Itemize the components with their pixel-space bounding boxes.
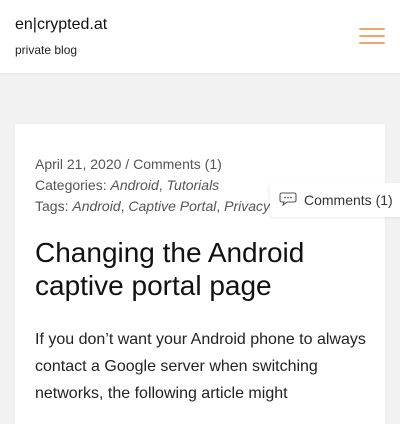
site-description: private blog: [15, 43, 78, 57]
post-tags: Tags: Android, Captive Portal, Privacy: [35, 198, 271, 214]
menu-bar: [359, 42, 385, 44]
tag-link-privacy[interactable]: Privacy: [224, 198, 270, 214]
site-title-link[interactable]: en|crypted.at: [15, 15, 107, 35]
post-excerpt: If you don’t want your Android phone to …: [35, 331, 366, 402]
menu-bar: [359, 28, 385, 30]
post-meta-date-line: April 21, 2020 / Comments (1): [35, 155, 222, 173]
comments-badge-button[interactable]: Comments (1): [270, 183, 400, 217]
meta-separator: /: [125, 156, 130, 172]
tag-link-android[interactable]: Android: [72, 198, 120, 214]
comments-badge-label: Comments (1): [304, 192, 393, 208]
post-categories: Categories: Android, Tutorials: [35, 177, 220, 193]
category-link-android[interactable]: Android: [110, 177, 158, 193]
category-link-tutorials[interactable]: Tutorials: [167, 177, 220, 193]
tag-link-captive-portal[interactable]: Captive Portal: [128, 198, 216, 214]
tags-label: Tags:: [35, 198, 69, 214]
site-header: en|crypted.at private blog: [0, 0, 400, 73]
menu-bar: [359, 35, 385, 37]
hamburger-menu-icon[interactable]: [359, 27, 385, 46]
post-date-link[interactable]: April 21, 2020: [35, 156, 121, 172]
categories-label: Categories:: [35, 177, 107, 193]
comments-link[interactable]: Comments (1): [133, 156, 222, 172]
comment-bubble-icon: [279, 192, 297, 206]
post-title[interactable]: Changing the Android captive portal page: [35, 236, 365, 302]
